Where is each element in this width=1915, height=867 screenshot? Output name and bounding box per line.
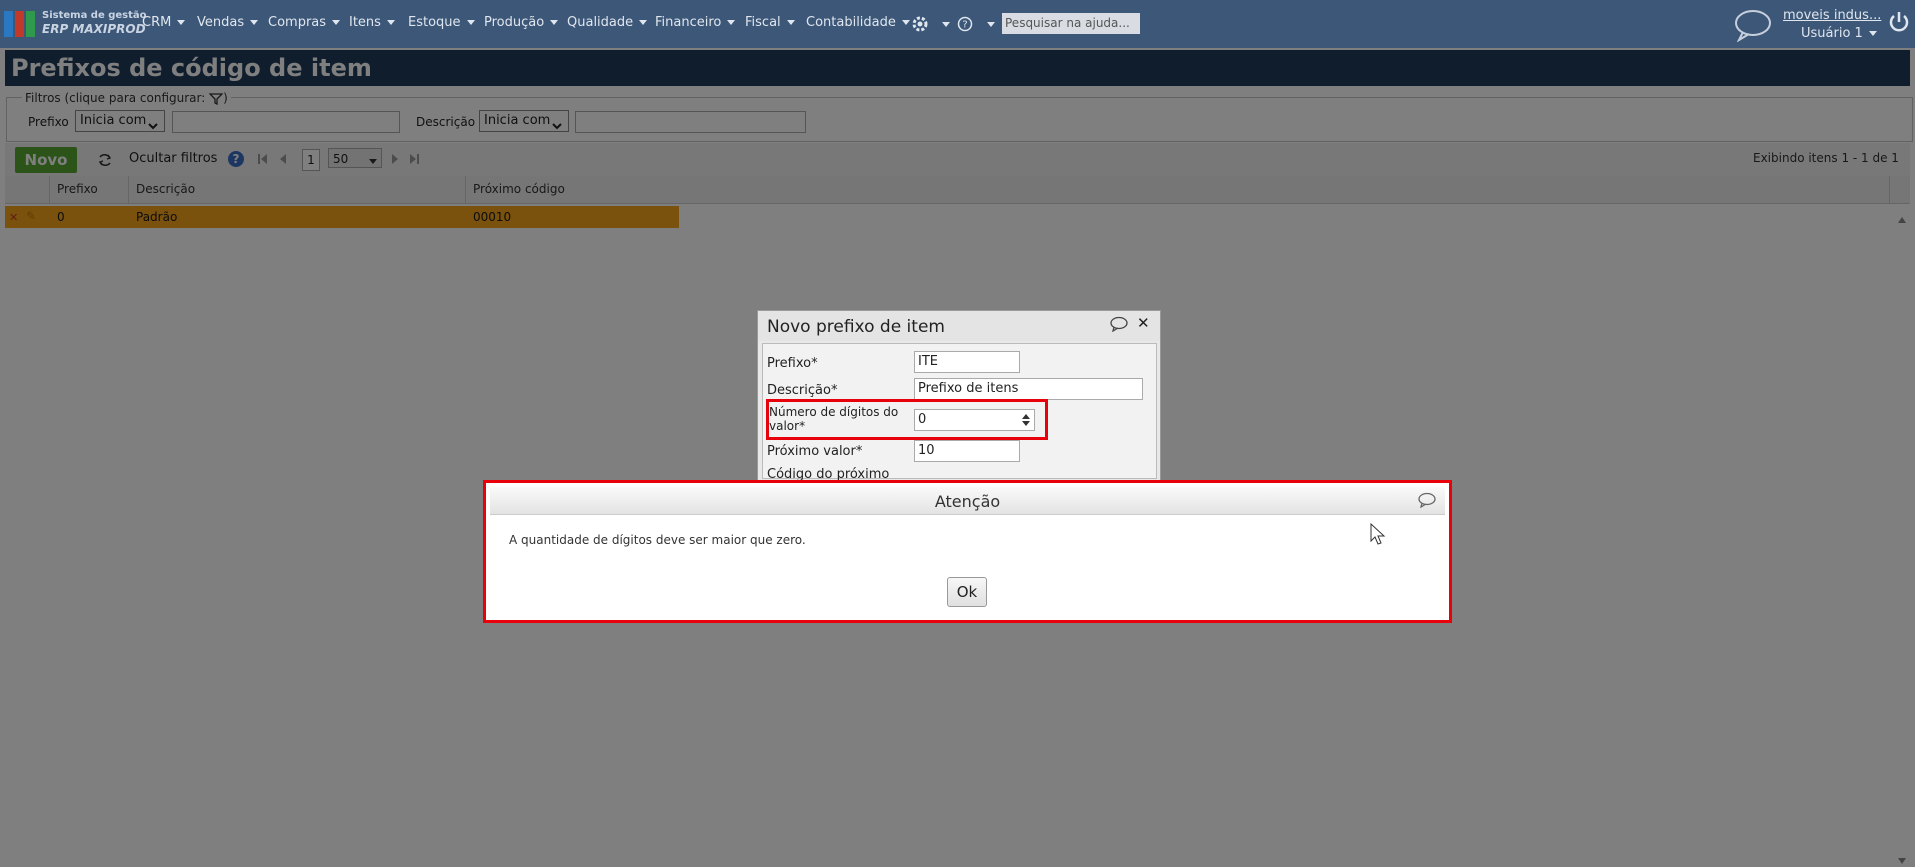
alert-title: Atenção [934,492,1001,511]
nav-financeiro-label: Financeiro [655,15,722,30]
gear-icon[interactable] [911,15,929,33]
nav-fiscal-label: Fiscal [745,15,781,30]
comment-icon[interactable] [1110,316,1128,335]
nav-producao-label: Produção [484,15,545,30]
chevron-down-icon [177,20,186,25]
chevron-down-icon[interactable] [987,22,995,27]
close-icon[interactable]: ✕ [1137,314,1150,332]
descricao-input[interactable]: Prefixo de itens [914,378,1143,400]
nav-compras[interactable]: Compras [268,15,341,33]
chevron-down-icon [727,20,736,25]
proximo-valor-input[interactable]: 10 [914,440,1020,462]
chevron-down-icon [639,20,648,25]
nav-contabilidade[interactable]: Contabilidade [806,15,910,33]
dialog-title: Novo prefixo de item [767,317,945,337]
chevron-down-icon [466,20,475,25]
nav-producao[interactable]: Produção [484,15,559,33]
chat-bubble-icon[interactable] [1733,8,1773,43]
codigo-proximo-label: Código do próximo [767,467,890,480]
nav-contabilidade-label: Contabilidade [806,15,896,30]
chevron-down-icon [550,20,559,25]
help-search-input[interactable]: Pesquisar na ajuda... [1002,13,1140,34]
nav-vendas-label: Vendas [197,15,245,30]
comment-icon[interactable] [1418,492,1436,511]
power-icon[interactable] [1888,10,1910,34]
company-link[interactable]: moveis indus... [1783,8,1881,23]
nav-crm-label: CRM [142,15,172,30]
chevron-down-icon [332,20,341,25]
descricao-label: Descrição* [767,383,838,398]
logo-subtitle: Sistema de gestão [42,10,147,21]
alert-message: A quantidade de dígitos deve ser maior q… [509,533,806,547]
highlight-digitos-field [766,399,1048,440]
nav-compras-label: Compras [268,15,327,30]
nav-estoque[interactable]: Estoque [408,15,475,33]
chevron-down-icon [1868,31,1877,36]
nav-itens[interactable]: Itens [349,15,395,33]
nav-estoque-label: Estoque [408,15,461,30]
user-menu[interactable]: Usuário 1 [1801,26,1877,41]
nav-qualidade[interactable]: Qualidade [567,15,648,33]
proximo-valor-label: Próximo valor* [767,444,863,459]
nav-crm[interactable]: CRM [142,15,186,33]
nav-fiscal[interactable]: Fiscal [745,15,795,33]
chevron-down-icon [786,20,795,25]
svg-text:?: ? [962,20,967,31]
chevron-down-icon[interactable] [942,22,950,27]
prefixo-label: Prefixo* [767,356,818,371]
nav-financeiro[interactable]: Financeiro [655,15,736,33]
chevron-down-icon [250,20,259,25]
nav-itens-label: Itens [349,15,381,30]
nav-qualidade-label: Qualidade [567,15,634,30]
ok-button[interactable]: Ok [947,577,987,607]
user-name: Usuário 1 [1801,26,1863,41]
nav-vendas[interactable]: Vendas [197,15,259,33]
help-circle-icon[interactable]: ? [957,16,973,32]
prefixo-input[interactable]: ITE [914,351,1020,373]
chevron-down-icon [386,20,395,25]
chevron-down-icon [901,20,910,25]
mouse-cursor-icon [1370,522,1386,550]
logo-title: ERP MAXIPROD [42,22,146,36]
logo-icon[interactable] [4,11,37,37]
